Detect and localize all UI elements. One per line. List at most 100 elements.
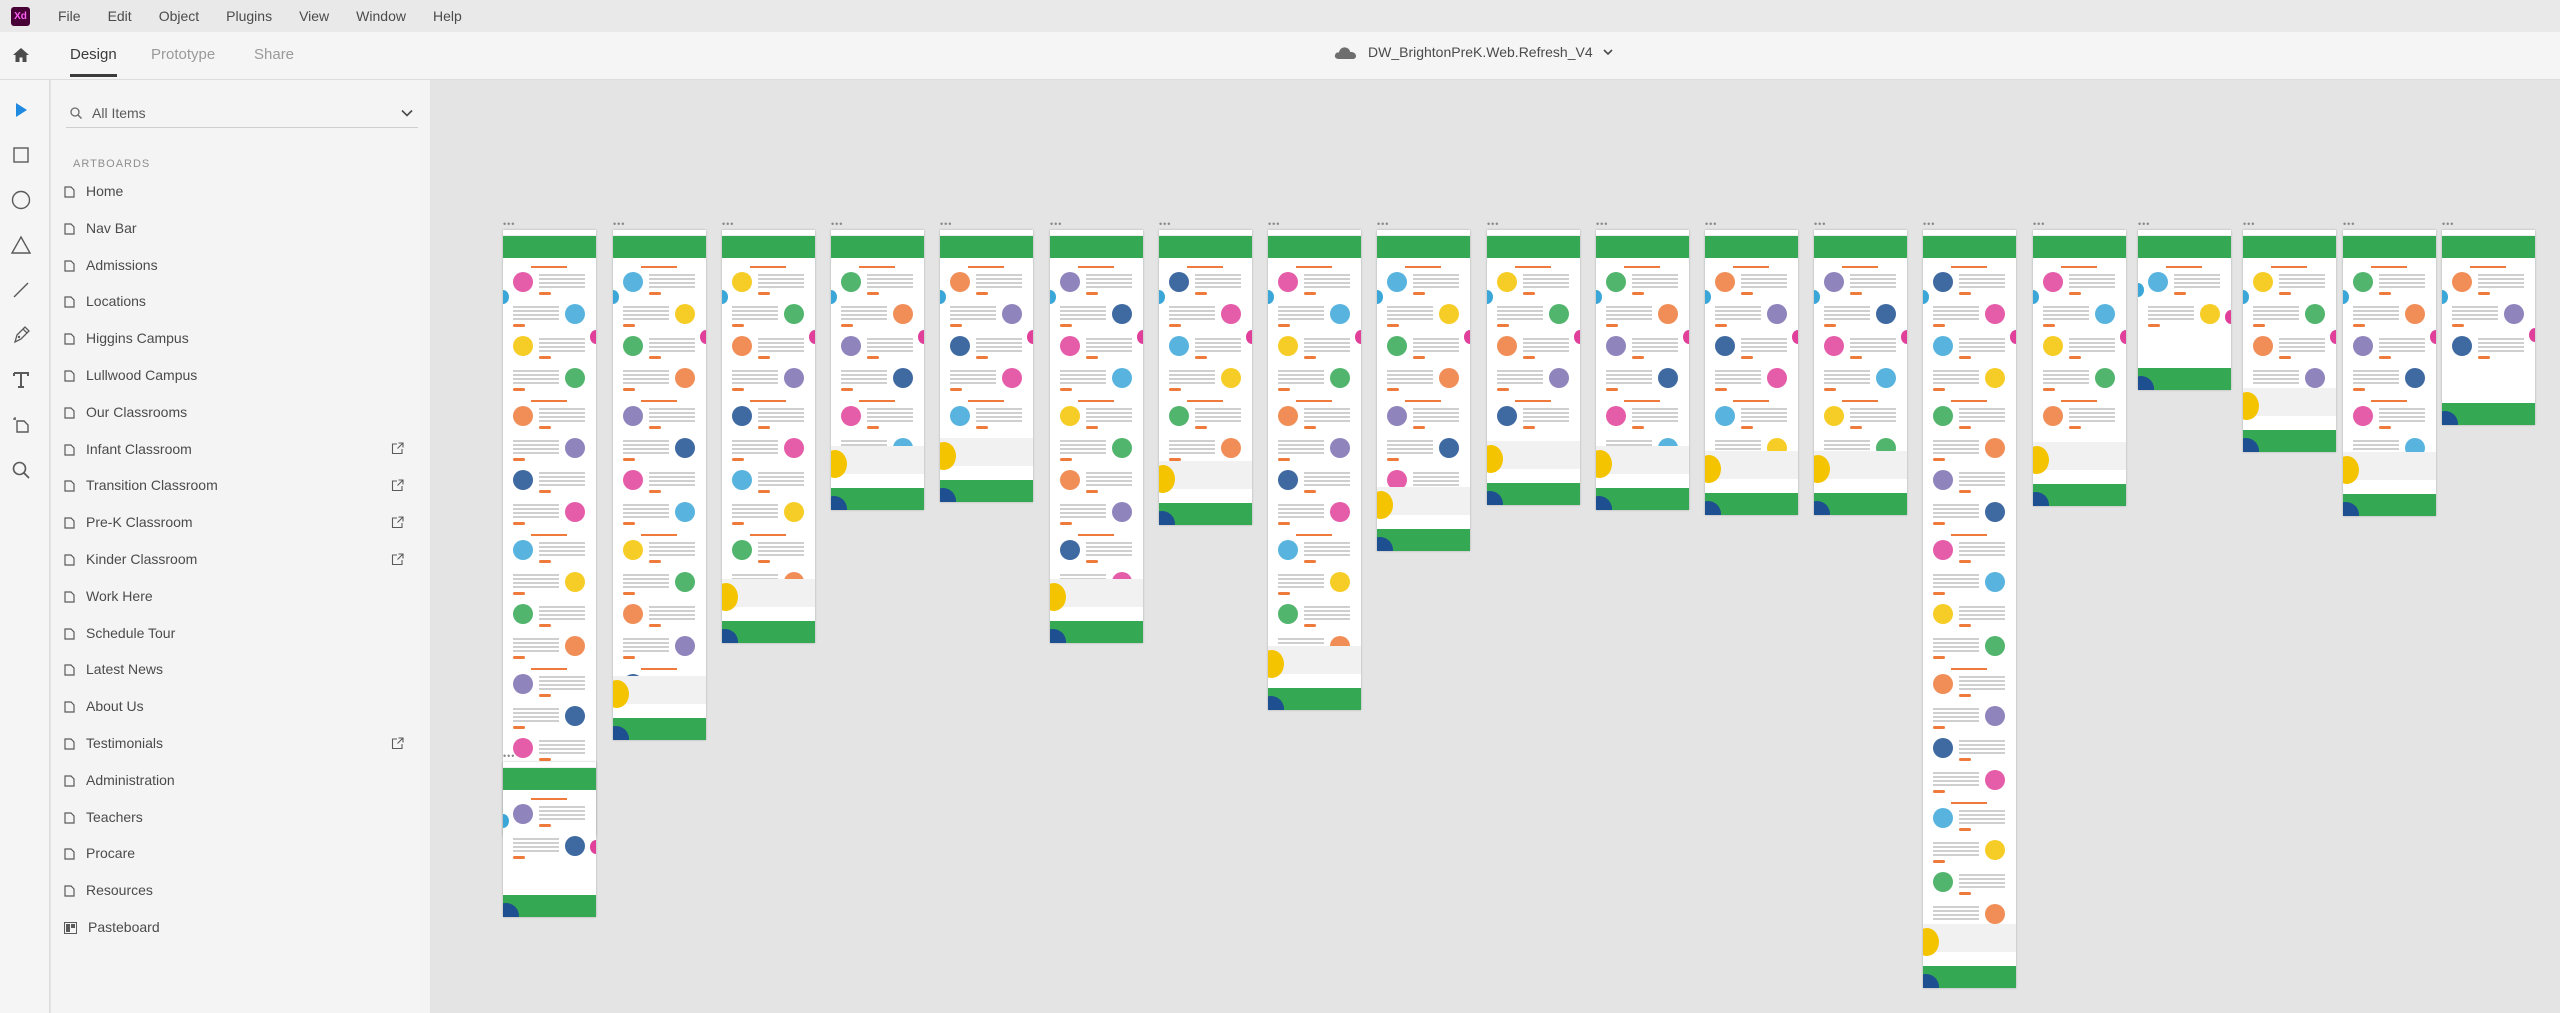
artboard-more-icon[interactable]: ••• (2442, 220, 2454, 229)
artboard-locations[interactable] (831, 230, 924, 510)
document-title-menu[interactable]: DW_BrightonPreK.Web.Refresh_V4 (1333, 44, 1613, 60)
artboard-kindergarten-classroom[interactable] (1814, 230, 1907, 515)
layers-filter-dropdown[interactable]: All Items (66, 98, 418, 128)
layer-item-administration[interactable]: Administration (64, 768, 404, 792)
layer-item-home[interactable]: Home (64, 179, 404, 203)
artboard-transition-classroom[interactable] (1596, 230, 1689, 510)
artboard-icon (64, 774, 75, 787)
artboard-nav-bar[interactable] (503, 762, 596, 917)
tab-share[interactable]: Share (254, 46, 294, 63)
menu-plugins[interactable]: Plugins (226, 8, 272, 24)
menu-view[interactable]: View (299, 8, 329, 24)
polygon-icon[interactable] (10, 234, 32, 256)
layer-item-infant-classroom[interactable]: Infant Classroom (64, 437, 404, 461)
tab-design[interactable]: Design (70, 46, 117, 77)
layer-item-lullwood-campus[interactable]: Lullwood Campus (64, 363, 404, 387)
menu-help[interactable]: Help (433, 8, 462, 24)
layer-item-about-us[interactable]: About Us (64, 694, 404, 718)
external-link-icon[interactable] (391, 516, 404, 529)
menu-edit[interactable]: Edit (108, 8, 132, 24)
layer-item-transition-classroom[interactable]: Transition Classroom (64, 473, 404, 497)
artboard-more-icon[interactable]: ••• (1159, 220, 1171, 229)
select-icon[interactable] (10, 99, 32, 121)
layer-item-higgins-campus[interactable]: Higgins Campus (64, 326, 404, 350)
artboard-more-icon[interactable]: ••• (1487, 220, 1499, 229)
pen-icon[interactable] (10, 324, 32, 346)
artboard-more-icon[interactable]: ••• (503, 752, 515, 761)
artboard-more-icon[interactable]: ••• (940, 220, 952, 229)
external-link-icon[interactable] (391, 479, 404, 492)
artboard-more-icon[interactable]: ••• (2243, 220, 2255, 229)
artboard-text-line (758, 346, 804, 348)
layer-item-schedule-tour[interactable]: Schedule Tour (64, 621, 404, 645)
artboard-higgins-campus[interactable] (1050, 230, 1143, 643)
artboard-more-icon[interactable]: ••• (722, 220, 734, 229)
artboard-administration[interactable] (2243, 230, 2336, 452)
artboard-about-us[interactable] (1377, 230, 1470, 551)
layer-item-work-here[interactable]: Work Here (64, 584, 404, 608)
artboard-testimonials[interactable] (1923, 230, 2016, 988)
external-link-icon[interactable] (391, 736, 404, 750)
menu-file[interactable]: File (58, 8, 81, 24)
layer-item-pre-k-classroom[interactable]: Pre-K Classroom (64, 510, 404, 534)
artboard-icon[interactable] (10, 414, 32, 436)
artboard-home[interactable] (503, 230, 596, 836)
artboard-more-icon[interactable]: ••• (1268, 220, 1280, 229)
artboard-procare[interactable] (2442, 230, 2535, 425)
menu-object[interactable]: Object (159, 8, 199, 24)
artboard-text-line (867, 350, 913, 352)
artboard-more-icon[interactable]: ••• (1596, 220, 1608, 229)
artboard-more-icon[interactable]: ••• (831, 220, 843, 229)
tab-prototype[interactable]: Prototype (151, 46, 215, 63)
layer-item-locations[interactable]: Locations (64, 289, 404, 313)
layer-item-pasteboard[interactable]: Pasteboard (64, 915, 404, 939)
artboard-pre-k-classroom[interactable] (1705, 230, 1798, 515)
text-icon[interactable] (10, 369, 32, 391)
artboard-work-here[interactable] (1268, 230, 1361, 710)
artboard-more-icon[interactable]: ••• (1814, 220, 1826, 229)
artboard-text-line (649, 420, 695, 422)
layer-item-teachers[interactable]: Teachers (64, 805, 404, 829)
artboard-resources[interactable] (2033, 230, 2126, 506)
artboard-more-icon[interactable]: ••• (503, 220, 515, 229)
rectangle-icon[interactable] (10, 144, 32, 166)
artboard-text-line (1933, 650, 1979, 652)
artboard-text-line (2353, 306, 2399, 308)
artboard-more-icon[interactable]: ••• (1377, 220, 1389, 229)
artboard-more-icon[interactable]: ••• (1705, 220, 1717, 229)
artboard-more-icon[interactable]: ••• (1050, 220, 1062, 229)
artboard-text-line (1933, 918, 1979, 920)
artboard-text-line (841, 370, 887, 372)
external-link-icon[interactable] (391, 552, 404, 566)
layer-item-kinder-classroom[interactable]: Kinder Classroom (64, 547, 404, 571)
artboard-more-icon[interactable]: ••• (2343, 220, 2355, 229)
artboard-more-icon[interactable]: ••• (2033, 220, 2045, 229)
layer-item-admissions[interactable]: Admissions (64, 253, 404, 277)
artboard-text-line (1715, 440, 1761, 442)
artboard-infant-classroom[interactable] (1487, 230, 1580, 505)
artboard-text-line (1278, 448, 1324, 450)
artboard-teachers[interactable] (2343, 230, 2436, 516)
layer-item-our-classrooms[interactable]: Our Classrooms (64, 400, 404, 424)
artboard-lullwood-campus[interactable] (940, 230, 1033, 502)
layer-item-latest-news[interactable]: Latest News (64, 657, 404, 681)
artboard-latest-news[interactable] (1159, 230, 1252, 525)
artboard-schedule-tour[interactable] (2138, 230, 2231, 390)
line-icon[interactable] (10, 279, 32, 301)
home-icon[interactable] (11, 45, 31, 65)
layer-item-nav-bar[interactable]: Nav Bar (64, 216, 404, 240)
design-canvas[interactable]: ••• ••• ••• ••• ••• ••• ••• ••• ••• ••• ••• ••• ••• •… (432, 81, 2560, 1013)
menu-window[interactable]: Window (356, 8, 406, 24)
artboard-our-classrooms[interactable] (613, 230, 706, 740)
layer-item-procare[interactable]: Procare (64, 841, 404, 865)
external-link-icon[interactable] (391, 442, 404, 455)
layer-item-resources[interactable]: Resources (64, 878, 404, 902)
artboard-text-line (623, 650, 669, 652)
artboard-more-icon[interactable]: ••• (1923, 220, 1935, 229)
artboard-more-icon[interactable]: ••• (2138, 220, 2150, 229)
artboard-admissions[interactable] (722, 230, 815, 643)
artboard-more-icon[interactable]: ••• (613, 220, 625, 229)
zoom-icon[interactable] (10, 459, 32, 481)
layer-item-testimonials[interactable]: Testimonials (64, 731, 404, 755)
ellipse-icon[interactable] (10, 189, 32, 211)
